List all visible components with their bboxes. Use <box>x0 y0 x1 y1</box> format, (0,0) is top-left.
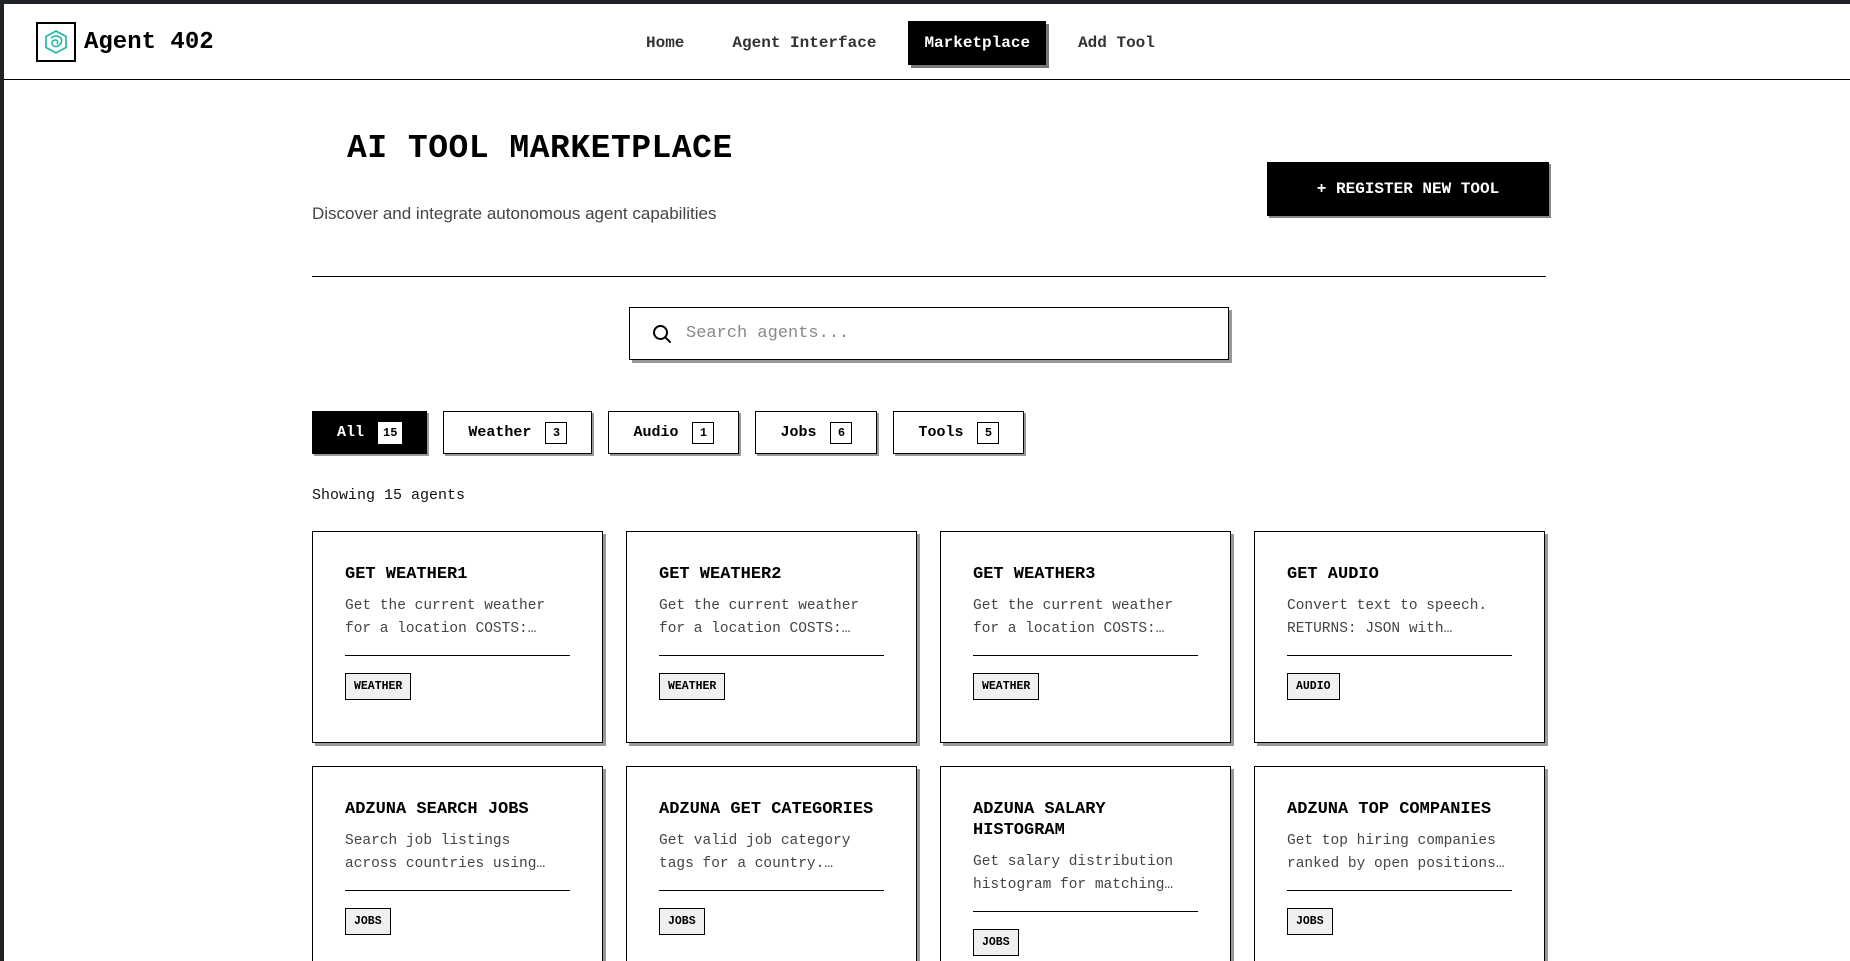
filter-tools[interactable]: Tools 5 <box>893 411 1025 454</box>
nav-home[interactable]: Home <box>630 21 700 65</box>
header-divider <box>312 276 1546 277</box>
results-count: Showing 15 agents <box>312 487 466 504</box>
agent-card[interactable]: ADZUNA SEARCH JOBS Search job listings a… <box>312 766 603 961</box>
nav-agent-interface[interactable]: Agent Interface <box>716 21 892 65</box>
agent-card-description: Get the current weather for a location C… <box>345 598 546 637</box>
search-input[interactable] <box>686 324 1206 343</box>
agent-card-title: GET WEATHER3 <box>973 565 1096 584</box>
agent-card[interactable]: GET WEATHER1 Get the current weather for… <box>312 531 603 743</box>
agent-card-description: Get salary distribution histogram for ma… <box>973 854 1174 893</box>
agent-card-title: GET WEATHER2 <box>659 565 782 584</box>
category-filters: All 15 Weather 3 Audio 1 Jobs 6 Tools 5 <box>312 411 1025 454</box>
agent-card[interactable]: GET AUDIO Convert text to speech. RETURN… <box>1254 531 1545 743</box>
main-nav: Home Agent Interface Marketplace Add Too… <box>630 21 1171 65</box>
agent-card[interactable]: GET WEATHER3 Get the current weather for… <box>940 531 1231 743</box>
filter-jobs[interactable]: Jobs 6 <box>755 411 878 454</box>
agent-card-title: ADZUNA SALARY HISTOGRAM <box>973 800 1106 840</box>
filter-label: Weather <box>468 424 532 441</box>
filter-label: Audio <box>633 424 679 441</box>
agent-card-title: GET AUDIO <box>1287 565 1379 584</box>
page-title: AI TOOL MARKETPLACE <box>347 130 733 167</box>
agent-card-title: ADZUNA GET CATEGORIES <box>659 800 874 819</box>
agent-card-description: Convert text to speech. RETURNS: JSON wi… <box>1287 598 1488 637</box>
app-name: Agent 402 <box>84 28 214 56</box>
card-divider <box>973 655 1198 656</box>
register-new-tool-button[interactable]: + REGISTER NEW TOOL <box>1267 162 1549 216</box>
card-divider <box>345 655 570 656</box>
agent-card-description: Get the current weather for a location C… <box>659 598 860 637</box>
agent-card-description: Get the current weather for a location C… <box>973 598 1174 637</box>
agent-card-title: ADZUNA TOP COMPANIES <box>1287 800 1492 819</box>
agent-card-tag: WEATHER <box>659 673 726 700</box>
filter-audio[interactable]: Audio 1 <box>608 411 740 454</box>
filter-count-badge: 5 <box>977 421 1000 444</box>
card-divider <box>659 890 884 891</box>
filter-label: Jobs <box>780 424 817 441</box>
card-divider <box>345 890 570 891</box>
agent-card[interactable]: ADZUNA TOP COMPANIES Get top hiring comp… <box>1254 766 1545 961</box>
agent-card-tag: JOBS <box>345 908 391 935</box>
card-divider <box>973 911 1198 912</box>
app-logo[interactable]: Agent 402 <box>36 22 214 62</box>
search-icon <box>653 324 671 343</box>
agent-card[interactable]: ADZUNA GET CATEGORIES Get valid job cate… <box>626 766 917 961</box>
filter-count-badge: 15 <box>378 421 403 444</box>
logo-icon <box>36 22 76 62</box>
card-divider <box>1287 890 1512 891</box>
agent-card-tag: AUDIO <box>1287 673 1340 700</box>
agent-card-grid: GET WEATHER1 Get the current weather for… <box>312 531 1545 961</box>
filter-count-badge: 6 <box>830 421 853 444</box>
nav-marketplace[interactable]: Marketplace <box>908 21 1047 65</box>
filter-label: All <box>337 424 365 441</box>
agent-card-description: Get valid job category tags for a countr… <box>659 833 851 872</box>
agent-card-tag: WEATHER <box>345 673 412 700</box>
agent-card-description: Search job listings across countries usi… <box>345 833 537 872</box>
filter-label: Tools <box>918 424 964 441</box>
filter-count-badge: 3 <box>545 421 568 444</box>
agent-card-description: Get top hiring companies ranked by open … <box>1287 833 1505 872</box>
page-subtitle: Discover and integrate autonomous agent … <box>312 204 717 223</box>
agent-card-tag: JOBS <box>973 929 1019 956</box>
search-bar[interactable] <box>629 307 1229 360</box>
agent-card-title: ADZUNA SEARCH JOBS <box>345 800 529 819</box>
agent-card[interactable]: ADZUNA SALARY HISTOGRAM Get salary distr… <box>940 766 1231 961</box>
nav-add-tool[interactable]: Add Tool <box>1062 21 1171 65</box>
filter-all[interactable]: All 15 <box>312 411 428 454</box>
agent-card-tag: JOBS <box>1287 908 1333 935</box>
card-divider <box>1287 655 1512 656</box>
filter-weather[interactable]: Weather 3 <box>443 411 593 454</box>
agent-card-tag: WEATHER <box>973 673 1040 700</box>
agent-card-tag: JOBS <box>659 908 705 935</box>
agent-card-title: GET WEATHER1 <box>345 565 468 584</box>
filter-count-badge: 1 <box>692 421 715 444</box>
agent-card[interactable]: GET WEATHER2 Get the current weather for… <box>626 531 917 743</box>
top-navbar: Agent 402 Home Agent Interface Marketpla… <box>4 4 1850 80</box>
card-divider <box>659 655 884 656</box>
